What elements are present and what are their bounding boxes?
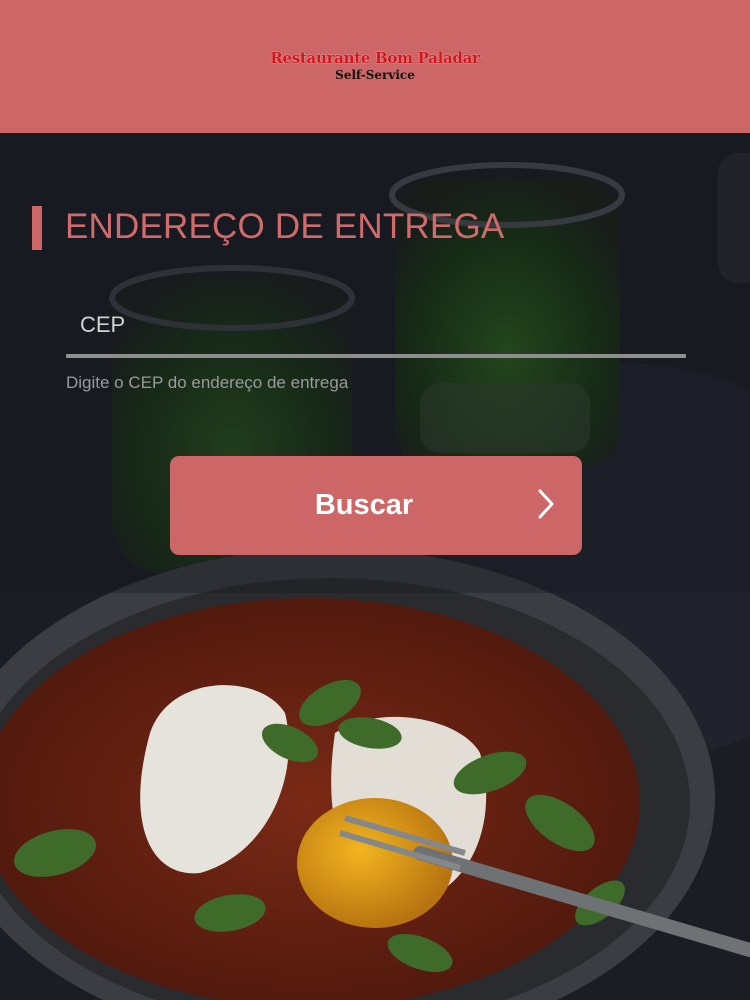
section-title: ENDEREÇO DE ENTREGA: [65, 207, 505, 246]
search-button[interactable]: Buscar: [170, 456, 582, 555]
section-accent-bar: [32, 206, 42, 250]
search-button-label: Buscar: [314, 489, 414, 521]
app-header: Restaurante Bom Paladar Self-Service: [0, 0, 750, 133]
cep-hint: Digite o CEP do endereço de entrega: [66, 373, 349, 392]
logo-subtitle: Self-Service: [335, 68, 415, 82]
cep-input[interactable]: [66, 296, 686, 358]
logo-name: Restaurante Bom Paladar: [270, 49, 480, 67]
background-food-photo: [0, 133, 750, 1000]
chevron-right-icon: [538, 489, 554, 519]
restaurant-logo: Restaurante Bom Paladar Self-Service: [0, 48, 750, 82]
